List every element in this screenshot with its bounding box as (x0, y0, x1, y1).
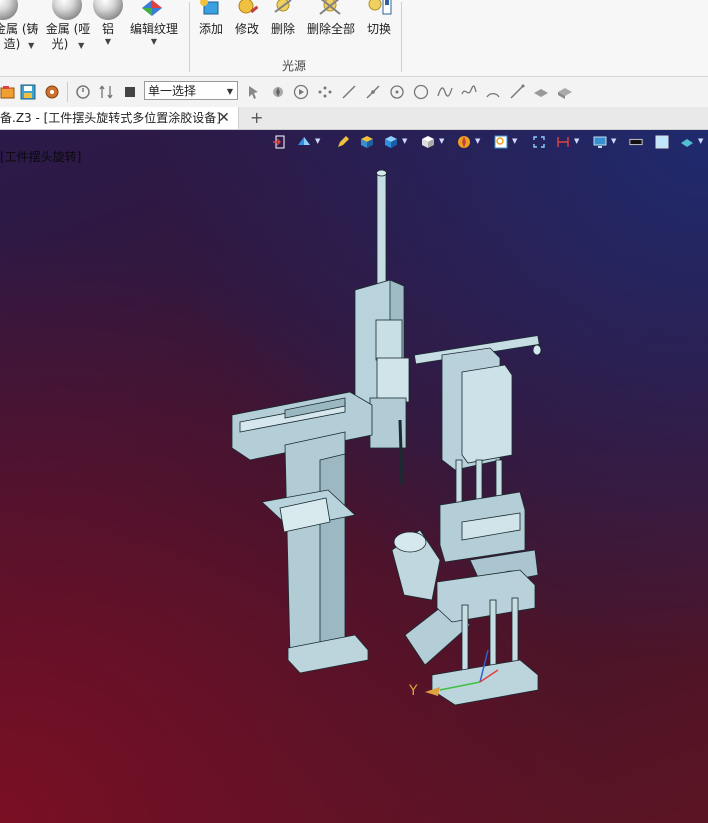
selection-mode-value: 单一选择 (148, 84, 197, 98)
aluminum-sphere-icon (93, 0, 123, 20)
arc-icon[interactable] (485, 84, 501, 100)
delete-all-lights-icon (319, 0, 341, 15)
history-icon[interactable] (75, 84, 91, 100)
metal-cast-sphere-icon (0, 0, 18, 20)
light-group-label: 光源 (282, 59, 307, 73)
play-icon[interactable] (293, 84, 309, 100)
ribbon-separator (189, 2, 190, 72)
modify-light-icon (238, 0, 259, 14)
settings-file-icon[interactable] (44, 84, 60, 100)
pointer-icon[interactable] (246, 84, 262, 100)
chevron-down-icon: ▼ (78, 41, 85, 50)
save-file-icon[interactable] (20, 84, 36, 100)
add-light-icon (200, 0, 219, 15)
edit-texture-label: 编辑纹理 (129, 22, 178, 36)
spline-icon[interactable] (437, 84, 453, 100)
modify-light-label: 修改 (234, 22, 259, 36)
metal-matte-sphere-icon (52, 0, 82, 20)
close-icon[interactable]: ✕ (218, 107, 230, 129)
surface-icon[interactable] (533, 84, 549, 100)
switch-light-label: 切换 (366, 22, 391, 36)
circle-icon[interactable] (413, 84, 429, 100)
ribbon: 金属 (铸 造) ▼ 金属 (哑 光) ▼ 铝 ▼ 编辑纹理 ▼ 添加 修改 删… (0, 0, 708, 77)
edit-texture-icon (142, 0, 162, 16)
chevron-down-icon: ▼ (150, 37, 158, 46)
material-metal-cast-label2: 造) (3, 37, 21, 51)
add-tab-icon[interactable]: + (250, 107, 263, 129)
delete-all-lights-label: 删除全部 (306, 22, 355, 36)
delete-light-label: 删除 (270, 22, 295, 36)
pick-filter-icon[interactable] (270, 84, 286, 100)
material-aluminum-label: 铝 (101, 22, 114, 36)
add-light-label: 添加 (198, 22, 223, 36)
axis-y-label: Y (409, 683, 418, 699)
3d-viewport[interactable]: ▼ ▼ ▼ ▼ ▼ ▼ ▼ ▼ [工件摆头旋转] Y (0, 130, 708, 823)
document-tab[interactable]: 备.Z3 - [工件摆头旋转式多位置涂胶设备] ✕ (0, 107, 239, 129)
chevron-down-icon: ▼ (104, 37, 112, 46)
chevron-down-icon: ▼ (226, 87, 233, 96)
delete-light-icon (274, 0, 292, 13)
sort-icon[interactable] (98, 84, 114, 100)
points-icon[interactable] (317, 84, 333, 100)
material-metal-matte-label2: 光) (51, 37, 69, 51)
open-file-icon[interactable] (0, 84, 16, 100)
center-point-icon[interactable] (389, 84, 405, 100)
document-tabbar: 备.Z3 - [工件摆头旋转式多位置涂胶设备] ✕ + (0, 107, 708, 130)
material-metal-matte-label1: 金属 (哑 (45, 22, 91, 36)
stop-icon[interactable] (122, 84, 138, 100)
line-segment-icon[interactable] (365, 84, 381, 100)
material-metal-cast-label1: 金属 (铸 (0, 22, 39, 36)
quick-toolbar (0, 77, 708, 108)
selection-mode-select[interactable]: 单一选择 ▼ (144, 81, 238, 100)
solid-icon[interactable] (557, 84, 573, 100)
3d-model[interactable] (0, 130, 708, 823)
ribbon-separator (401, 2, 402, 72)
document-tab-title: 备.Z3 - [工件摆头旋转式多位置涂胶设备] (0, 111, 221, 125)
switch-light-icon (368, 0, 392, 15)
chevron-down-icon: ▼ (28, 41, 35, 50)
line-icon[interactable] (341, 84, 357, 100)
curve-icon[interactable] (461, 84, 477, 100)
toolbar-separator (67, 82, 68, 102)
sketch-line-icon[interactable] (509, 84, 525, 100)
